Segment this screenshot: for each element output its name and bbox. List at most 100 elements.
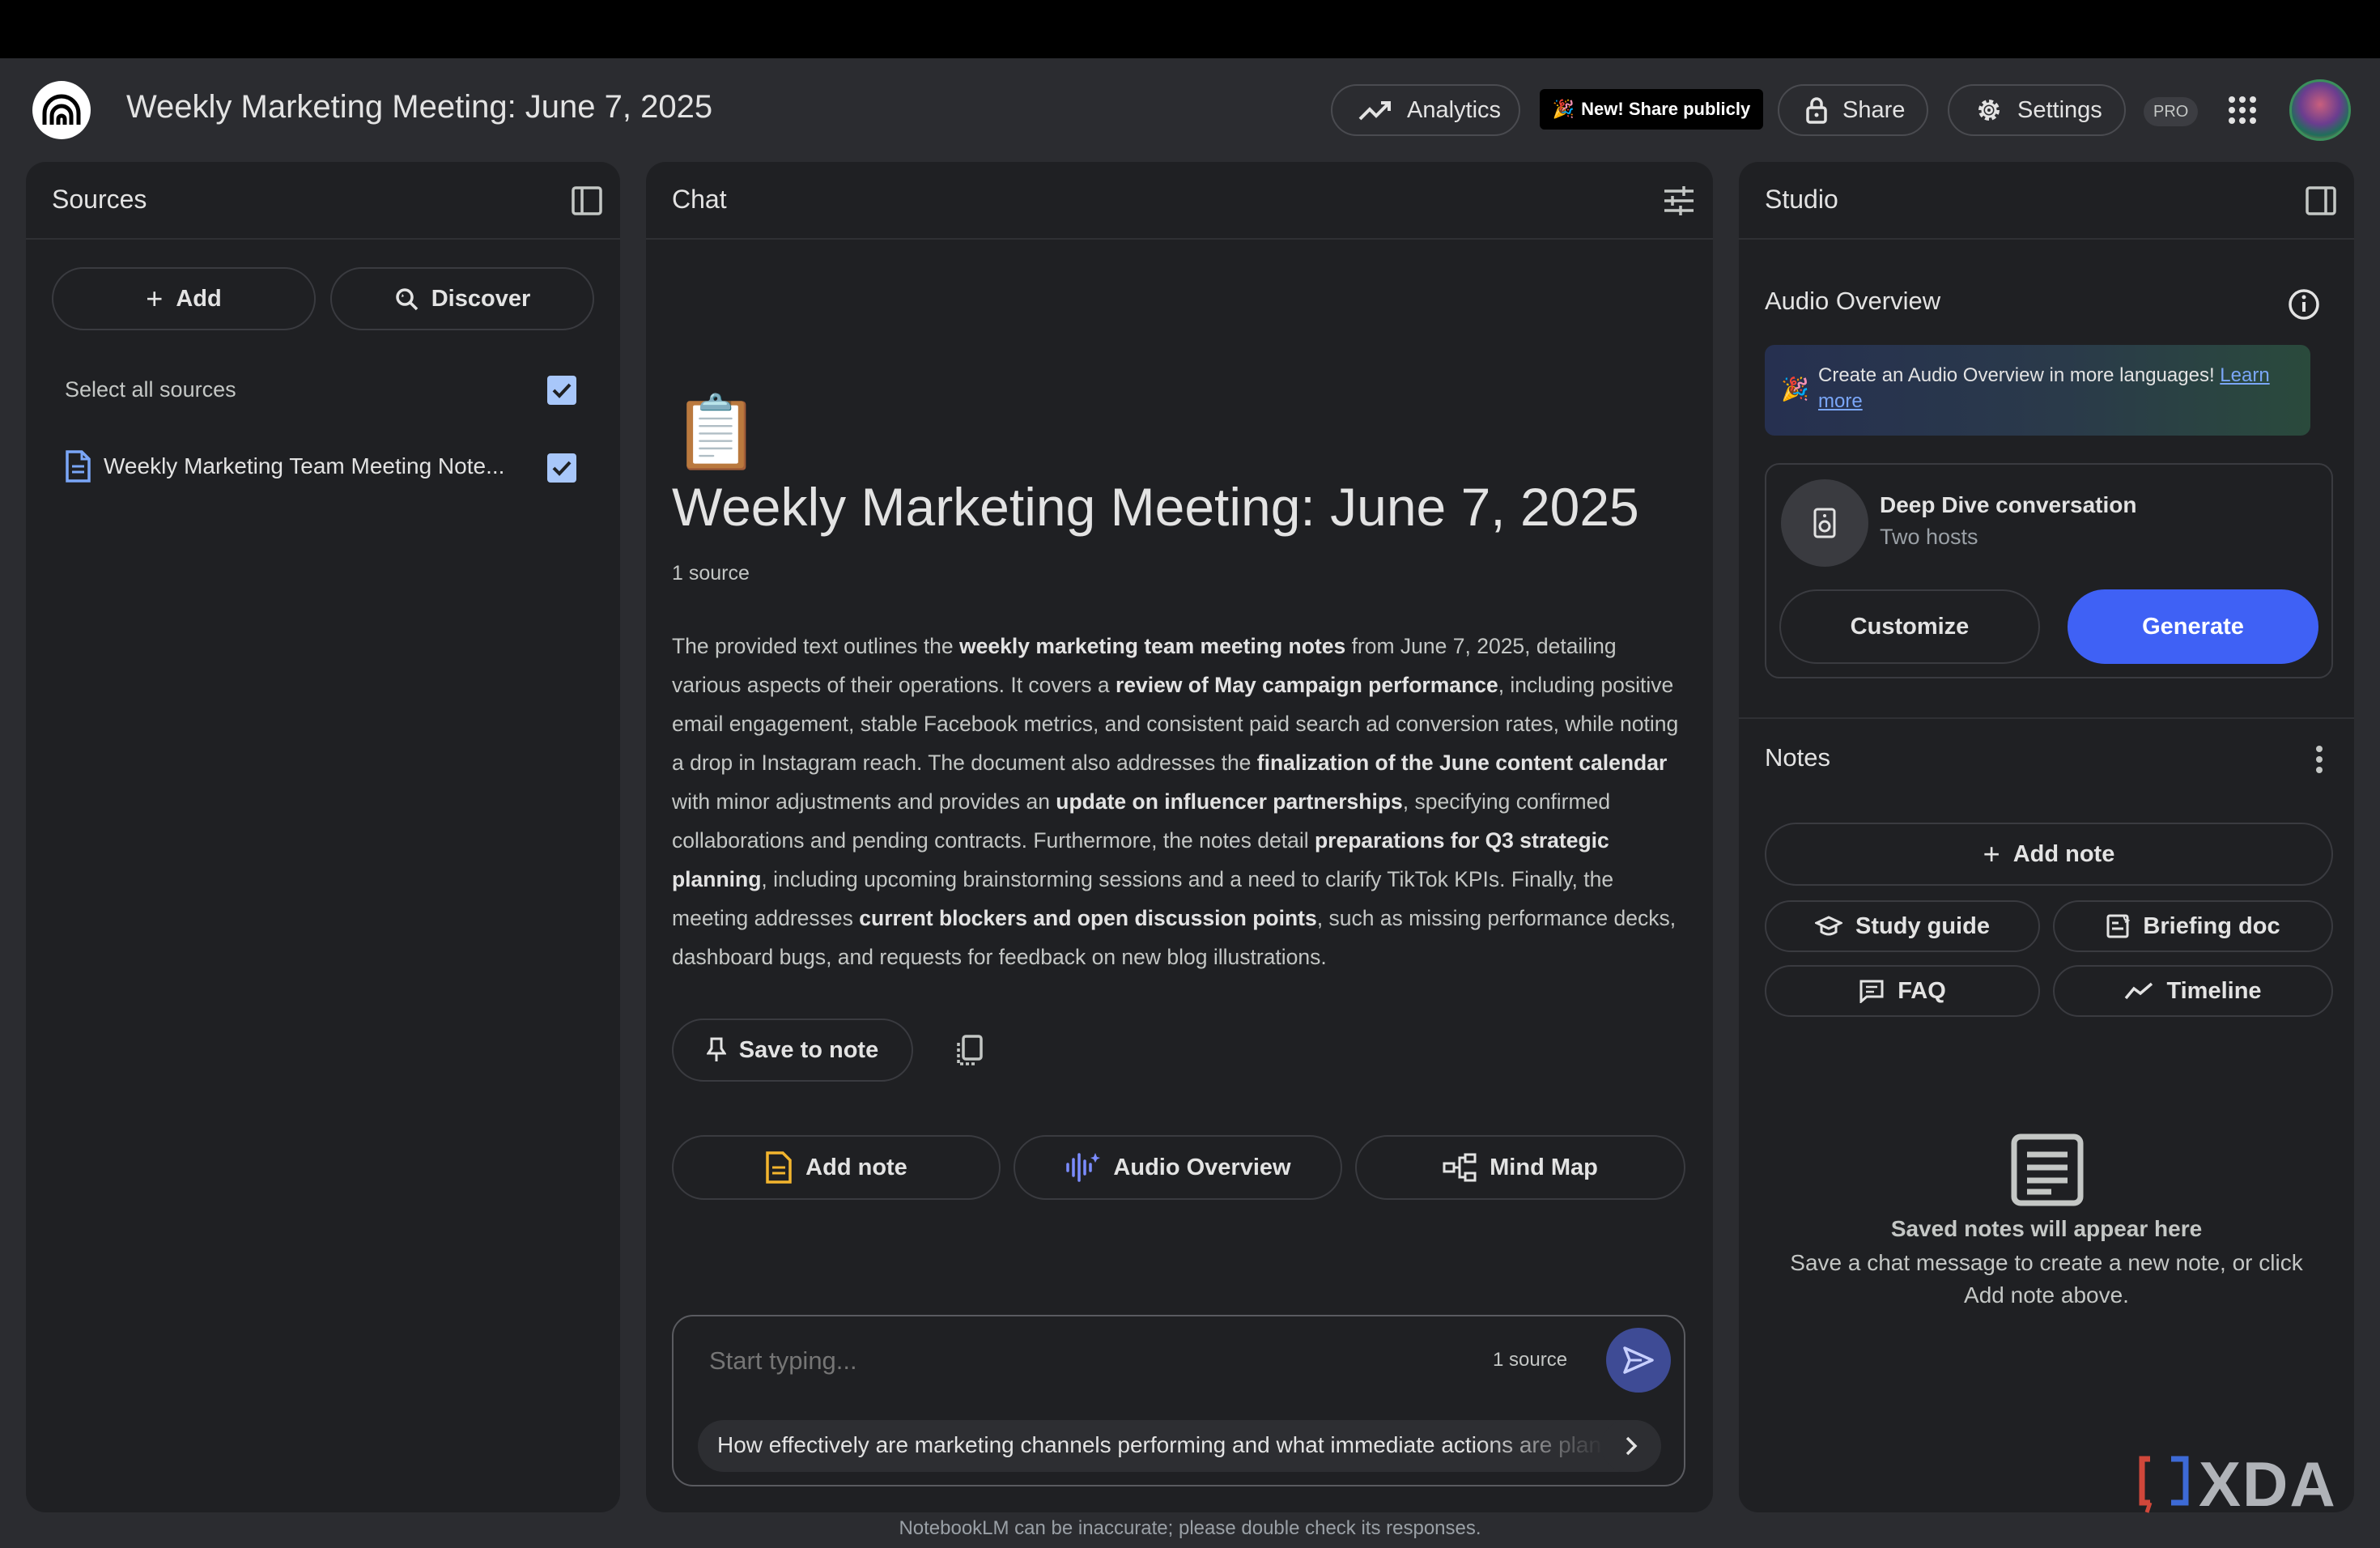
tune-settings-icon[interactable] (1663, 185, 1695, 217)
faq-chat-icon (1859, 980, 1884, 1003)
app-header: Weekly Marketing Meeting: June 7, 2025 A… (0, 58, 2380, 162)
collapse-panel-icon[interactable] (572, 186, 602, 215)
audio-overview-button[interactable]: Audio Overview (1014, 1135, 1342, 1200)
source-item-checkbox[interactable] (547, 453, 576, 483)
timeline-label: Timeline (2166, 977, 2262, 1004)
summary-bold-text: current blockers and open discussion poi… (859, 906, 1317, 930)
source-list-item[interactable]: Weekly Marketing Team Meeting Note... (65, 447, 599, 487)
studio-header: Studio (1739, 162, 2354, 240)
audio-waveform-icon (1066, 1153, 1101, 1182)
mind-map-icon (1443, 1153, 1477, 1182)
save-to-note-label: Save to note (738, 1036, 879, 1063)
audio-overview-label: Audio Overview (1113, 1154, 1291, 1180)
note-add-icon (766, 1151, 792, 1184)
add-source-button[interactable]: + Add (52, 267, 316, 330)
generate-button[interactable]: Generate (2068, 589, 2318, 664)
chat-title: Chat (672, 185, 727, 214)
languages-banner: 🎉 Create an Audio Overview in more langu… (1765, 345, 2310, 436)
mind-map-label: Mind Map (1490, 1154, 1598, 1180)
lock-icon (1806, 97, 1827, 124)
apps-grid-icon[interactable] (2228, 96, 2257, 125)
deep-dive-card: Deep Dive conversation Two hosts Customi… (1765, 463, 2333, 678)
sources-title: Sources (52, 185, 147, 214)
speaker-icon-circle (1781, 479, 1868, 567)
add-note-button[interactable]: Add note (672, 1135, 1001, 1200)
source-item-label: Weekly Marketing Team Meeting Note... (104, 453, 505, 478)
discover-button[interactable]: Discover (330, 267, 594, 330)
sources-header: Sources (26, 162, 620, 240)
deep-dive-subtitle: Two hosts (1880, 525, 1978, 549)
share-label: Share (1842, 96, 1906, 123)
next-suggestion-button[interactable] (1601, 1420, 1661, 1472)
select-all-checkbox[interactable] (547, 376, 576, 405)
collapse-panel-icon[interactable] (2306, 186, 2336, 215)
xda-text: XDA (2199, 1448, 2337, 1520)
notebook-emoji: 📋 (672, 392, 761, 472)
trending-up-icon (1358, 101, 1391, 121)
notes-title: Notes (1765, 743, 1830, 772)
discover-label: Discover (431, 285, 531, 312)
add-note-label: Add note (805, 1154, 907, 1180)
study-guide-label: Study guide (1855, 912, 1990, 939)
pro-badge: PRO (2144, 97, 2199, 126)
summary-bold-text: review of May campaign performance (1115, 673, 1498, 697)
party-popper-icon: 🎉 (1552, 99, 1575, 119)
document-icon (66, 450, 91, 483)
input-source-count: 1 source (1493, 1349, 1568, 1371)
checkmark-icon (552, 383, 572, 398)
add-source-label: Add (176, 285, 222, 312)
gear-icon (1978, 100, 2000, 121)
briefing-doc-icon (2106, 914, 2131, 938)
plus-icon: + (1983, 837, 2000, 870)
xda-bracket-logo-icon (2139, 1456, 2189, 1513)
notes-placeholder-icon (2011, 1133, 2084, 1206)
notebook-title[interactable]: Weekly Marketing Meeting: June 7, 2025 (126, 89, 712, 125)
summary-bold-text: update on influencer partnerships (1056, 789, 1403, 814)
send-button[interactable] (1606, 1328, 1671, 1393)
customize-button[interactable]: Customize (1779, 589, 2040, 664)
send-icon (1623, 1346, 1654, 1374)
graduation-cap-icon (1815, 916, 1843, 936)
banner-text: Create an Audio Overview in more languag… (1818, 364, 2215, 386)
save-to-note-button[interactable]: Save to note (672, 1019, 913, 1082)
analytics-label: Analytics (1407, 96, 1502, 123)
chat-source-count: 1 source (672, 562, 750, 585)
chat-input-box: 1 source How effectively are marketing c… (672, 1315, 1685, 1486)
info-icon[interactable] (2288, 288, 2320, 321)
banner-text-block: Create an Audio Overview in more languag… (1818, 363, 2304, 415)
study-guide-button[interactable]: Study guide (1765, 900, 2040, 952)
chat-notebook-heading: Weekly Marketing Meeting: June 7, 2025 (672, 477, 1639, 537)
notebooklm-logo-icon[interactable] (32, 81, 91, 139)
fade-overlay (1475, 1420, 1604, 1472)
briefing-doc-button[interactable]: Briefing doc (2053, 900, 2333, 952)
notes-empty-title: Saved notes will appear here (1890, 1216, 2203, 1241)
more-vert-icon[interactable] (2315, 745, 2323, 774)
share-button[interactable]: Share (1778, 84, 1928, 136)
checkmark-icon (552, 461, 572, 476)
divider (1739, 717, 2354, 719)
discover-search-icon (395, 288, 418, 311)
analytics-button[interactable]: Analytics (1331, 84, 1520, 136)
pin-icon (706, 1037, 726, 1061)
disclaimer: NotebookLM can be inaccurate; please dou… (899, 1517, 1481, 1539)
customize-label: Customize (1850, 613, 1970, 640)
faq-button[interactable]: FAQ (1765, 965, 2040, 1017)
share-publicly-badge[interactable]: 🎉 New! Share publicly (1540, 89, 1763, 130)
timeline-button[interactable]: Timeline (2053, 965, 2333, 1017)
deep-dive-title: Deep Dive conversation (1880, 492, 2137, 517)
suggestion-chip[interactable]: How effectively are marketing channels p… (698, 1420, 1661, 1472)
chat-summary: The provided text outlines the weekly ma… (672, 627, 1689, 976)
chat-input[interactable] (709, 1341, 1438, 1381)
briefing-doc-label: Briefing doc (2143, 912, 2280, 939)
xda-watermark: XDA (2139, 1448, 2337, 1520)
copy-icon[interactable] (954, 1035, 984, 1067)
summary-bold-text: weekly marketing team meeting notes (959, 634, 1346, 658)
avatar[interactable] (2289, 79, 2351, 141)
settings-label: Settings (2017, 96, 2102, 123)
generate-label: Generate (2142, 613, 2244, 640)
mind-map-button[interactable]: Mind Map (1355, 1135, 1685, 1200)
settings-button[interactable]: Settings (1948, 84, 2126, 136)
studio-add-note-button[interactable]: + Add note (1765, 823, 2333, 886)
summary-bold-text: finalization of the June content calenda… (1256, 751, 1668, 775)
chevron-right-icon (1626, 1436, 1638, 1456)
